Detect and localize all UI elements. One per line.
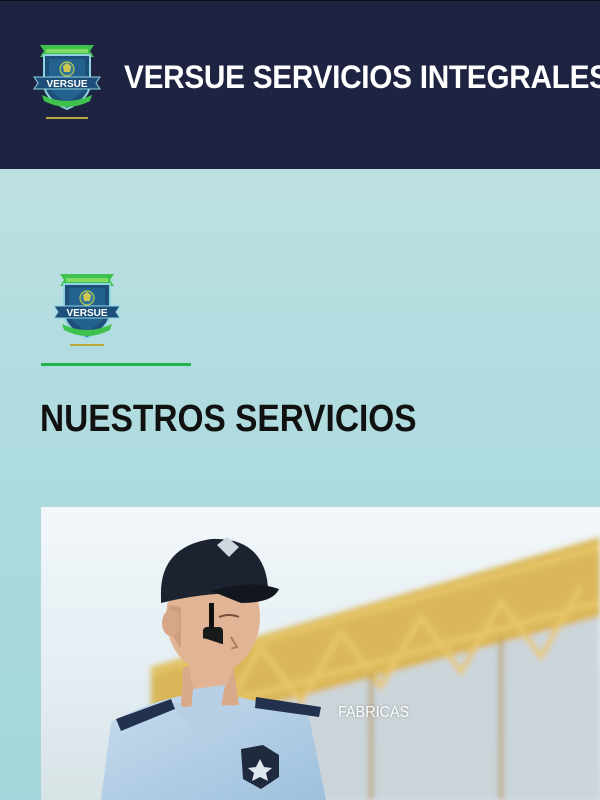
site-header: VERSUE VERSUE SERVICIOS INTEGRALES — [0, 0, 600, 169]
versue-logo-icon: VERSUE — [52, 268, 122, 354]
service-card-fabricas[interactable]: FABRICAS — [41, 507, 600, 800]
versue-logo-icon[interactable]: VERSUE — [30, 37, 104, 127]
service-label-fabricas[interactable]: FABRICAS — [338, 704, 409, 722]
section-divider — [41, 363, 191, 366]
logo-text: VERSUE — [66, 308, 107, 319]
logo-text: VERSUE — [46, 79, 87, 90]
site-title: VERSUE SERVICIOS INTEGRALES — [124, 59, 600, 95]
section-title: NUESTROS SERVICIOS — [40, 398, 417, 440]
security-guard-with-radio-photo — [41, 507, 600, 800]
